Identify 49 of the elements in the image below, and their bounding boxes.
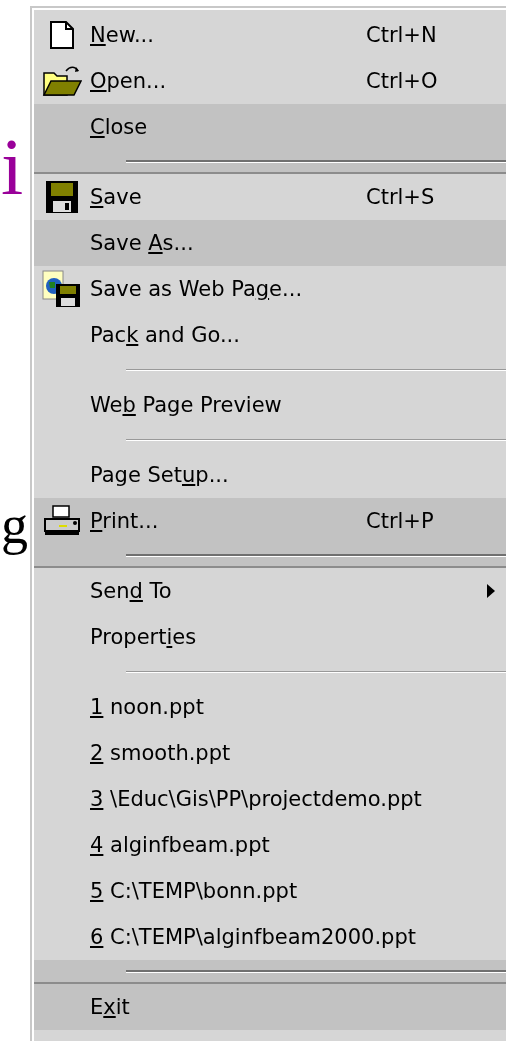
menu-item-label: 6 C:\TEMP\alginfbeam2000.ppt bbox=[90, 925, 417, 949]
menu-item-label: 5 C:\TEMP\bonn.ppt bbox=[90, 879, 299, 903]
menu-item[interactable]: 3 \Educ\Gis\PP\projectdemo.ppt bbox=[34, 776, 506, 822]
shortcut-text: Ctrl+N bbox=[366, 23, 438, 47]
menu-item-label: 3 \Educ\Gis\PP\projectdemo.ppt bbox=[90, 787, 423, 811]
menu-item[interactable]: Send To bbox=[34, 568, 506, 614]
menu-item[interactable]: Exit bbox=[34, 984, 506, 1030]
menu-item[interactable]: 4 alginfbeam.ppt bbox=[34, 822, 506, 868]
menu-item[interactable]: 1 noon.ppt bbox=[34, 684, 506, 730]
slide-text-letter: g bbox=[1, 494, 28, 557]
menu-item-label: Close bbox=[90, 115, 149, 139]
menu-item-label: Send To bbox=[90, 579, 173, 603]
menu-item[interactable]: 6 C:\TEMP\alginfbeam2000.ppt bbox=[34, 914, 506, 960]
menu-item-label: Open... bbox=[90, 69, 168, 93]
globe-floppy-icon bbox=[42, 270, 82, 308]
menu-item-label: 2 smooth.ppt bbox=[90, 741, 232, 765]
menu-item[interactable]: Pack and Go... bbox=[34, 312, 506, 358]
slide-text-letter: i bbox=[1, 122, 24, 213]
menu-item-label: Web Page Preview bbox=[90, 393, 283, 417]
folder-icon bbox=[42, 65, 82, 97]
menu-item[interactable]: Save as Web Page... bbox=[34, 266, 506, 312]
menu-item[interactable]: Properties bbox=[34, 614, 506, 660]
menu-item[interactable]: 5 C:\TEMP\bonn.ppt bbox=[34, 868, 506, 914]
submenu-arrow-icon bbox=[487, 584, 495, 598]
menu-item-label: Save as Web Page... bbox=[90, 277, 304, 301]
menu-item-label: 1 noon.ppt bbox=[90, 695, 205, 719]
menu-item[interactable]: Print... Ctrl+P bbox=[34, 498, 506, 544]
menu-item[interactable]: 2 smooth.ppt bbox=[34, 730, 506, 776]
menu-item[interactable]: Close bbox=[34, 104, 506, 150]
blank-document-icon bbox=[49, 20, 75, 50]
menu-item[interactable]: Save As... bbox=[34, 220, 506, 266]
menu-item-label: Properties bbox=[90, 625, 198, 649]
menu-item-label: Save As... bbox=[90, 231, 195, 255]
menu-item-label: Pack and Go... bbox=[90, 323, 241, 347]
menu-item[interactable]: Save Ctrl+S bbox=[34, 174, 506, 220]
menu-item-label: Save bbox=[90, 185, 143, 209]
menu-item-label: Print... bbox=[90, 509, 160, 533]
menu-item-label: Page Setup... bbox=[90, 463, 230, 487]
shortcut-text: Ctrl+O bbox=[366, 69, 439, 93]
menu-item[interactable]: Web Page Preview bbox=[34, 382, 506, 428]
shortcut-text: Ctrl+P bbox=[366, 509, 435, 533]
shortcut-text: Ctrl+S bbox=[366, 185, 436, 209]
menu-item-label: 4 alginfbeam.ppt bbox=[90, 833, 271, 857]
printer-icon bbox=[43, 505, 81, 537]
menu-item-label: New... bbox=[90, 23, 155, 47]
menu-item[interactable]: Open... Ctrl+O bbox=[34, 58, 506, 104]
menu-item[interactable]: New... Ctrl+N bbox=[34, 12, 506, 58]
menu-item-label: Exit bbox=[90, 995, 131, 1019]
menu-item[interactable]: Page Setup... bbox=[34, 452, 506, 498]
